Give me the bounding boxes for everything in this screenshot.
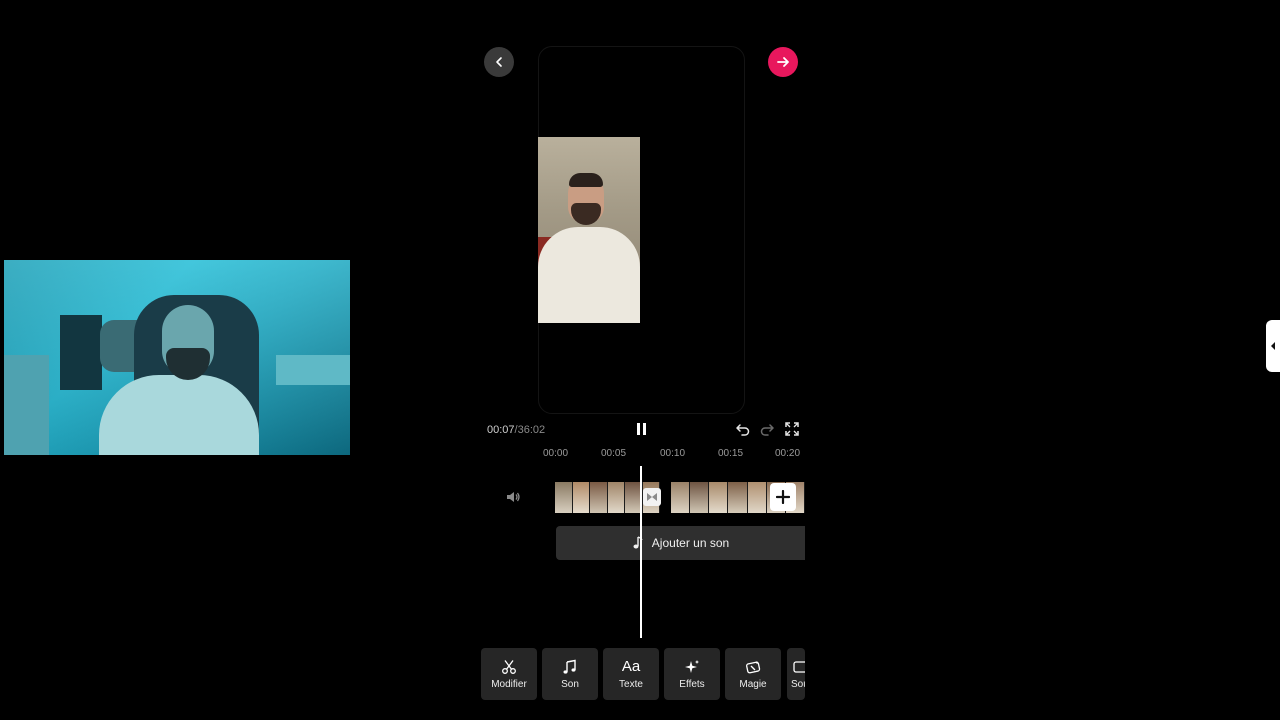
tool-label: Modifier (491, 678, 527, 690)
tool-magie[interactable]: Magie (725, 648, 781, 700)
tool-son[interactable]: Son (542, 648, 598, 700)
back-button[interactable] (484, 47, 514, 77)
tool-label: Magie (739, 678, 767, 690)
magic-icon (746, 660, 761, 673)
chevron-left-icon (1271, 342, 1275, 350)
add-sound-label: Ajouter un son (651, 536, 730, 550)
plus-icon (776, 490, 790, 504)
current-time: 00:07 (487, 424, 515, 436)
ruler-tick: 00:05 (601, 448, 627, 459)
arrow-right-icon (777, 57, 789, 67)
transition-button[interactable] (643, 488, 661, 506)
playhead[interactable] (640, 466, 642, 638)
pause-button[interactable] (632, 420, 650, 438)
transition-icon (647, 493, 657, 501)
total-duration: 36:02 (517, 424, 546, 436)
tool-label: Texte (619, 679, 643, 690)
ruler-tick: 00:15 (718, 448, 744, 459)
ruler-tick: 00:20 (775, 448, 801, 459)
playback-time: 00:07/36:02 (487, 424, 545, 436)
pause-icon (637, 423, 646, 435)
tool-effets[interactable]: Effets (664, 648, 720, 700)
tool-label: Sou (791, 678, 805, 690)
volume-button[interactable] (505, 489, 521, 505)
ruler-tick: 00:10 (660, 448, 686, 459)
fullscreen-button[interactable] (784, 421, 800, 437)
video-preview[interactable] (538, 137, 640, 323)
fullscreen-icon (785, 422, 799, 436)
redo-button[interactable] (759, 421, 775, 437)
chevron-left-icon (496, 57, 502, 67)
redo-icon (760, 424, 774, 436)
speaker-icon (507, 492, 520, 502)
tool-texte[interactable]: Aa Texte (603, 648, 659, 700)
tool-label: Son (561, 678, 579, 690)
next-button[interactable] (768, 47, 798, 77)
tool-modifier[interactable]: Modifier (481, 648, 537, 700)
subtitle-icon (793, 660, 805, 673)
scissors-icon (502, 659, 516, 674)
undo-icon (736, 424, 750, 436)
ruler-tick: 00:00 (543, 448, 569, 459)
music-note-icon (563, 659, 576, 674)
undo-button[interactable] (735, 421, 751, 437)
tool-label: Effets (679, 678, 705, 690)
side-panel-handle[interactable] (1266, 320, 1280, 372)
text-icon: Aa (621, 658, 641, 675)
sparkle-icon (685, 659, 699, 673)
add-sound-button[interactable]: Ajouter un son (556, 526, 805, 560)
add-clip-button[interactable] (770, 483, 796, 511)
tool-sous-titres[interactable]: Sou (787, 648, 805, 700)
webcam-overlay (4, 260, 350, 455)
